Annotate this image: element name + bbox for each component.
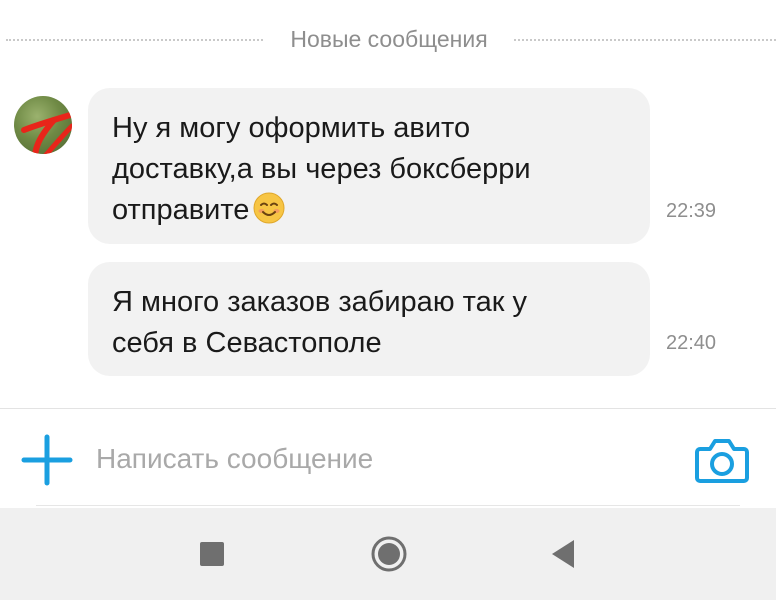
divider-line-left bbox=[6, 39, 263, 41]
message-composer bbox=[0, 408, 776, 509]
avatar[interactable] bbox=[14, 96, 72, 154]
message-bubble[interactable]: Я много заказов забираю так у себя в Сев… bbox=[88, 262, 650, 376]
back-triangle-icon[interactable] bbox=[548, 538, 576, 570]
message-text-body: Ну я могу оформить авито доставку,а вы ч… bbox=[112, 112, 531, 226]
home-circle-icon[interactable] bbox=[370, 535, 408, 573]
smiling-face-icon bbox=[253, 192, 285, 224]
divider-line-right bbox=[514, 39, 776, 41]
chat-screen: Новые сообщения Ну я могу оформить авито… bbox=[0, 0, 776, 600]
red-scribble-mark bbox=[21, 111, 72, 154]
system-navigation-bar bbox=[0, 508, 776, 600]
camera-icon[interactable] bbox=[694, 435, 750, 485]
recents-square-icon[interactable] bbox=[200, 542, 224, 566]
composer-divider bbox=[36, 505, 740, 506]
message-timestamp: 22:39 bbox=[666, 200, 717, 222]
new-messages-label: Новые сообщения bbox=[290, 26, 488, 52]
message-timestamp: 22:40 bbox=[666, 332, 717, 354]
message-text: Я много заказов забираю так у себя в Сев… bbox=[112, 286, 527, 359]
plus-icon[interactable] bbox=[20, 433, 74, 487]
message-text: Ну я могу оформить авито доставку,а вы ч… bbox=[112, 108, 582, 231]
message-input[interactable] bbox=[96, 439, 656, 479]
message-bubble[interactable]: Ну я могу оформить авито доставку,а вы ч… bbox=[88, 88, 650, 244]
new-messages-divider: Новые сообщения bbox=[0, 22, 776, 58]
